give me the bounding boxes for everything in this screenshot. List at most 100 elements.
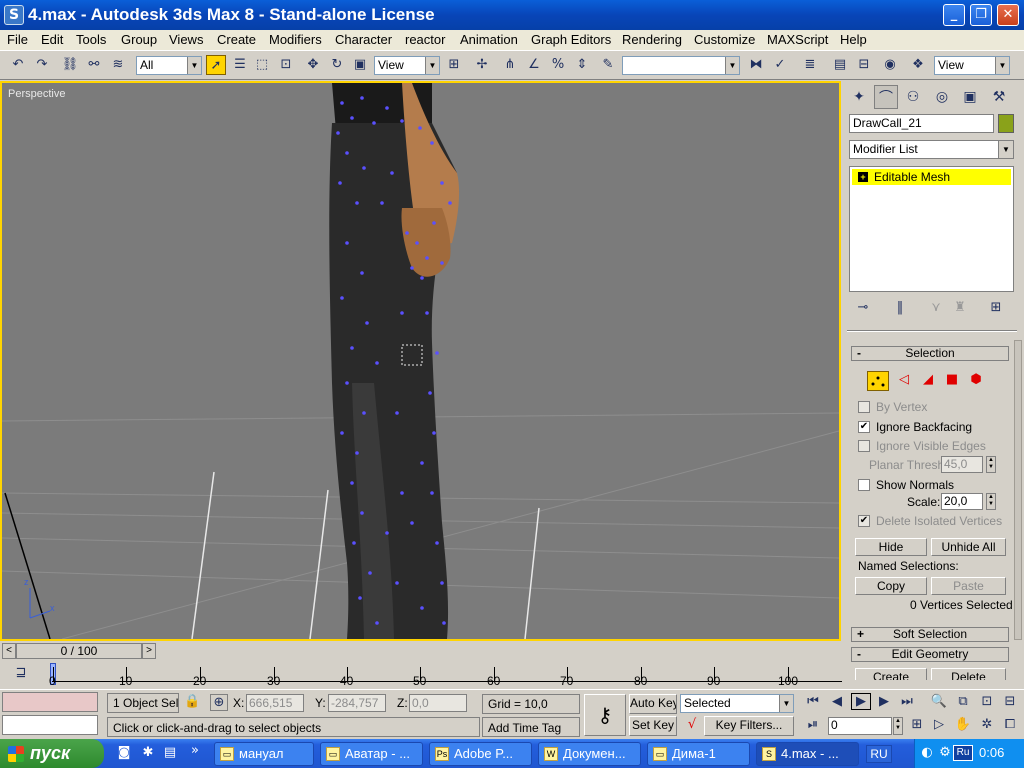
menu-customize[interactable]: Customize xyxy=(694,32,755,47)
close-button[interactable]: ✕ xyxy=(997,4,1019,26)
redo-icon[interactable]: ↷ xyxy=(32,55,52,75)
task-button[interactable]: Ps Adobe P... xyxy=(429,742,532,766)
align-icon[interactable]: ✓ xyxy=(770,55,790,75)
create-button[interactable]: Create xyxy=(855,668,927,680)
tray-lang-indicator[interactable]: Ru xyxy=(953,745,973,761)
start-button[interactable]: пуск xyxy=(0,739,104,768)
curve-editor-icon[interactable]: ▤ xyxy=(830,55,850,75)
time-configuration-icon[interactable]: ⊞ xyxy=(908,717,926,732)
snap-toggle-icon[interactable]: ⋔ xyxy=(500,55,520,75)
make-unique-icon[interactable]: ⋎ xyxy=(926,300,946,315)
key-mode-dropdown[interactable]: Selected ▼ xyxy=(680,694,794,713)
paste-button[interactable]: Paste xyxy=(931,577,1006,595)
task-button[interactable]: ▭ Дима-1 xyxy=(647,742,750,766)
current-frame-arrows[interactable]: ▲ ▼ xyxy=(893,717,903,735)
select-and-scale-icon[interactable]: ▣ xyxy=(350,55,370,75)
perspective-viewport[interactable]: Perspective z x xyxy=(0,81,841,641)
menu-reactor[interactable]: reactor xyxy=(405,32,445,47)
go-to-start-icon[interactable]: ⏮ xyxy=(804,694,822,709)
absolute-mode-icon[interactable]: ⊕ xyxy=(210,694,228,711)
menu-edit[interactable]: Edit xyxy=(41,32,63,47)
mirror-icon[interactable]: ⧓ xyxy=(746,55,766,75)
ignore-visible-edges-checkbox[interactable] xyxy=(858,440,870,452)
angle-snap-icon[interactable]: ∠ xyxy=(524,55,544,75)
select-object-icon[interactable]: ➚ xyxy=(206,55,226,75)
hide-button[interactable]: Hide xyxy=(855,538,927,556)
key-filters-button[interactable]: Key Filters... xyxy=(704,716,794,736)
quicklaunch-icon[interactable]: ▤ xyxy=(162,745,178,760)
remove-modifier-icon[interactable]: ♜ xyxy=(950,300,970,315)
quicklaunch-icon[interactable]: ✱ xyxy=(140,745,156,760)
manipulate-icon[interactable]: ✢ xyxy=(472,55,492,75)
schematic-view-icon[interactable]: ⊟ xyxy=(854,55,874,75)
modifier-list-dropdown[interactable]: Modifier List ▼ xyxy=(849,140,1014,159)
3ds-max-icon[interactable]: S xyxy=(4,5,24,25)
track-bar[interactable]: ⊒ 0 10 20 30 40 50 60 70 80 90 100 xyxy=(0,661,845,689)
pin-stack-icon[interactable]: ⊸ xyxy=(853,300,873,315)
next-frame-icon[interactable]: ▶ xyxy=(875,694,893,709)
panel-scrollbar[interactable] xyxy=(1014,340,1022,640)
edit-named-selection-icon[interactable]: ✎ xyxy=(598,55,618,75)
menu-modifiers[interactable]: Modifiers xyxy=(269,32,322,47)
viewport-scene[interactable] xyxy=(2,83,839,639)
ignore-backfacing-checkbox[interactable]: ✔ xyxy=(858,421,870,433)
quicklaunch-expand-icon[interactable]: » xyxy=(188,743,202,758)
soft-selection-rollout-header[interactable]: + Soft Selection xyxy=(851,627,1009,642)
task-button-active[interactable]: S 4.max - ... xyxy=(756,742,859,766)
menu-rendering[interactable]: Rendering xyxy=(622,32,682,47)
key-icon[interactable]: ⚷ xyxy=(584,694,626,736)
maximize-button[interactable]: ❐ xyxy=(970,4,992,26)
zoom-extents-icon[interactable]: ⊡ xyxy=(978,694,996,709)
motion-tab-icon[interactable]: ◎ xyxy=(930,85,954,109)
minimize-button[interactable]: _ xyxy=(943,4,965,26)
mini-curve-editor-icon[interactable]: ⊒ xyxy=(12,665,30,680)
display-tab-icon[interactable]: ▣ xyxy=(958,85,982,109)
delete-isolated-checkbox[interactable]: ✔ xyxy=(858,515,870,527)
undo-icon[interactable]: ↶ xyxy=(8,55,28,75)
selection-filter-dropdown[interactable]: All ▼ xyxy=(136,56,202,75)
render-type-dropdown[interactable]: View ▼ xyxy=(934,56,1010,75)
copy-button[interactable]: Copy xyxy=(855,577,927,595)
pivot-center-icon[interactable]: ⊞ xyxy=(444,55,464,75)
viewport-label[interactable]: Perspective xyxy=(8,88,65,100)
key-tangent-icon[interactable]: √ xyxy=(682,717,702,732)
menu-tools[interactable]: Tools xyxy=(76,32,106,47)
menu-views[interactable]: Views xyxy=(169,32,203,47)
time-slider-thumb[interactable]: 0 / 100 xyxy=(16,643,142,659)
unhide-all-button[interactable]: Unhide All xyxy=(931,538,1006,556)
play-icon[interactable]: ▶ xyxy=(851,693,871,710)
show-end-result-icon[interactable]: ‖ xyxy=(890,300,910,315)
vertex-mode-icon[interactable] xyxy=(867,371,889,391)
time-slider[interactable]: < 0 / 100 > xyxy=(0,641,845,661)
modifier-stack[interactable]: + Editable Mesh xyxy=(849,166,1014,292)
face-mode-icon[interactable]: ◢ xyxy=(918,372,938,387)
utilities-tab-icon[interactable]: ⚒ xyxy=(987,85,1011,109)
tray-icon[interactable]: ◐ xyxy=(919,745,935,760)
delete-button[interactable]: Delete xyxy=(931,668,1006,680)
zoom-icon[interactable]: 🔍 xyxy=(930,694,948,709)
show-normals-checkbox[interactable] xyxy=(858,479,870,491)
rectangular-selection-icon[interactable]: ⬚ xyxy=(252,55,272,75)
task-button[interactable]: ▭ Аватар - ... xyxy=(320,742,423,766)
key-mode-toggle-icon[interactable]: ⏯ xyxy=(804,717,822,732)
quicklaunch-icon[interactable]: ◙ xyxy=(116,745,132,760)
selection-rollout-header[interactable]: - Selection xyxy=(851,346,1009,361)
configure-sets-icon[interactable]: ⊞ xyxy=(986,300,1006,315)
zoom-extents-all-icon[interactable]: ⊟ xyxy=(1001,694,1019,709)
object-name-field[interactable]: DrawCall_21 xyxy=(849,114,994,133)
current-frame-field[interactable]: 0 xyxy=(828,717,892,735)
set-key-button[interactable]: Set Key xyxy=(629,716,677,736)
polygon-mode-icon[interactable]: ■ xyxy=(942,372,962,387)
bind-space-warp-icon[interactable]: ≋ xyxy=(108,55,128,75)
previous-frame-icon[interactable]: ◀ xyxy=(828,694,846,709)
scale-arrows[interactable]: ▲ ▼ xyxy=(986,493,996,510)
material-editor-icon[interactable]: ◉ xyxy=(880,55,900,75)
menu-help[interactable]: Help xyxy=(840,32,867,47)
language-indicator[interactable]: RU xyxy=(866,745,892,763)
task-button[interactable]: W Докумен... xyxy=(538,742,641,766)
scale-spinner[interactable]: 20,0 xyxy=(941,493,983,510)
tray-icon[interactable]: ⚙ xyxy=(937,745,953,760)
maxscript-listener-pink[interactable] xyxy=(2,692,98,712)
stack-item-editable-mesh[interactable]: + Editable Mesh xyxy=(852,169,1011,185)
x-coord-field[interactable]: 666,515 xyxy=(246,694,304,712)
